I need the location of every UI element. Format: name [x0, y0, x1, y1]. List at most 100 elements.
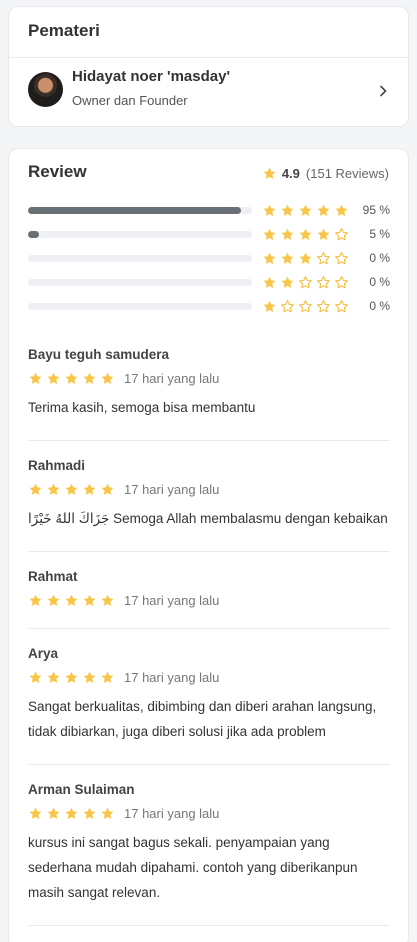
chevron-right-icon: [380, 85, 387, 97]
review-stars: [28, 593, 115, 608]
rating-bar-track: [28, 279, 252, 286]
review-item: Arman Sulaiman 17 hari yang lalu kursus in…: [28, 782, 390, 905]
star-filled-icon: [29, 807, 42, 819]
star-filled-icon: [65, 483, 78, 495]
review-text: Sangat berkualitas, dibimbing dan diberi…: [28, 699, 377, 739]
rating-bar-track: [28, 207, 252, 214]
review-stars: [28, 371, 115, 386]
rating-bar-fill: [28, 207, 241, 214]
review-divider: [28, 551, 390, 552]
review-meta: 17 hari yang lalu: [28, 670, 390, 685]
star-filled-icon: [83, 372, 96, 384]
rating-count: (151 Reviews): [305, 166, 389, 181]
star-filled-icon: [263, 252, 276, 264]
review-text: Terima kasih, semoga bisa membantu: [28, 400, 256, 415]
review-author: Rahmat: [28, 569, 78, 584]
rating-row-percent: 0 %: [369, 251, 390, 265]
review-item: Arya 17 hari yang lalu Sangat berkualitas,…: [28, 646, 390, 744]
star-filled-icon: [263, 300, 276, 312]
star-filled-icon: [317, 228, 330, 240]
review-stars: [28, 806, 115, 821]
star-filled-icon: [47, 483, 60, 495]
star-filled-icon: [65, 372, 78, 384]
star-filled-icon: [335, 204, 348, 216]
star-empty-icon: [317, 252, 330, 265]
star-filled-icon: [101, 594, 114, 606]
review-meta: 17 hari yang lalu: [28, 371, 390, 386]
star-empty-icon: [335, 300, 348, 313]
review-divider: [28, 925, 390, 926]
rating-summary: 4.9 (151 Reviews): [262, 166, 389, 181]
review-divider: [28, 440, 390, 441]
review-text: جَزَاكَ اللهُ خَيْرًا Semoga Allah memba…: [28, 511, 388, 526]
star-empty-icon: [299, 276, 312, 289]
rating-row-percent: 5 %: [369, 227, 390, 241]
star-filled-icon: [101, 483, 114, 495]
rating-row-stars: [262, 203, 349, 218]
star-filled-icon: [299, 204, 312, 216]
review-time: 17 hari yang lalu: [124, 593, 220, 608]
review-stars: [28, 482, 115, 497]
star-filled-icon: [281, 276, 294, 288]
speaker-role: Owner dan Founder: [72, 93, 188, 108]
rating-bar-fill: [28, 231, 40, 238]
review-time: 17 hari yang lalu: [124, 371, 220, 386]
review-meta: 17 hari yang lalu: [28, 482, 390, 497]
star-filled-icon: [281, 252, 294, 264]
rating-bar-track: [28, 303, 252, 310]
rating-row-percent: 0 %: [369, 299, 390, 313]
star-filled-icon: [83, 483, 96, 495]
review-author: Arya: [28, 646, 59, 661]
review-item: Rahmat 17 hari yang lalu: [28, 569, 390, 608]
rating-bar-track: [28, 231, 252, 238]
star-filled-icon: [29, 483, 42, 495]
avatar: [28, 72, 63, 107]
review-item: Bayu teguh samudera 17 hari yang lalu Teri…: [28, 347, 390, 420]
star-filled-icon: [83, 594, 96, 606]
rating-row-4: 5 %: [28, 227, 390, 241]
star-filled-icon: [263, 276, 276, 288]
review-author: Bayu teguh samudera: [28, 347, 170, 362]
star-filled-icon: [29, 671, 42, 683]
pemateri-card: Pemateri Hidayat noer 'masday' Owner dan…: [8, 6, 409, 127]
rating-row-3: 0 %: [28, 251, 390, 265]
star-filled-icon: [299, 252, 312, 264]
star-filled-icon: [299, 228, 312, 240]
review-time: 17 hari yang lalu: [124, 482, 220, 497]
star-empty-icon: [335, 252, 348, 265]
rating-row-stars: [262, 227, 349, 242]
star-filled-icon: [65, 807, 78, 819]
star-filled-icon: [101, 807, 114, 819]
rating-row-percent: 95 %: [362, 203, 390, 217]
star-filled-icon: [281, 228, 294, 240]
review-title: Review: [28, 162, 87, 181]
review-time: 17 hari yang lalu: [124, 670, 220, 685]
star-icon: [263, 167, 276, 179]
rating-row-1: 0 %: [28, 299, 390, 313]
review-divider: [28, 764, 390, 765]
star-filled-icon: [47, 807, 60, 819]
review-author: Arman Sulaiman: [28, 782, 135, 797]
review-divider: [28, 628, 390, 629]
review-card: Review 4.9 (151 Reviews) 95 % 5 % 0 % 0 % 0 …: [8, 148, 409, 942]
rating-bar-track: [28, 255, 252, 262]
star-filled-icon: [317, 204, 330, 216]
rating-row-stars: [262, 275, 349, 290]
review-author: Rahmadi: [28, 458, 86, 473]
star-empty-icon: [317, 276, 330, 289]
star-filled-icon: [47, 671, 60, 683]
rating-row-percent: 0 %: [369, 275, 390, 289]
review-text: kursus ini sangat bagus sekali. penyampa…: [28, 835, 358, 900]
speaker-name: Hidayat noer 'masday': [72, 68, 231, 85]
rating-row-2: 0 %: [28, 275, 390, 289]
star-empty-icon: [335, 276, 348, 289]
star-filled-icon: [47, 372, 60, 384]
star-filled-icon: [263, 228, 276, 240]
star-filled-icon: [101, 372, 114, 384]
star-filled-icon: [83, 671, 96, 683]
speaker-row[interactable]: Hidayat noer 'masday' Owner dan Founder: [9, 58, 408, 126]
rating-row-stars: [262, 251, 349, 266]
star-empty-icon: [317, 300, 330, 313]
star-filled-icon: [83, 807, 96, 819]
review-meta: 17 hari yang lalu: [28, 593, 390, 608]
